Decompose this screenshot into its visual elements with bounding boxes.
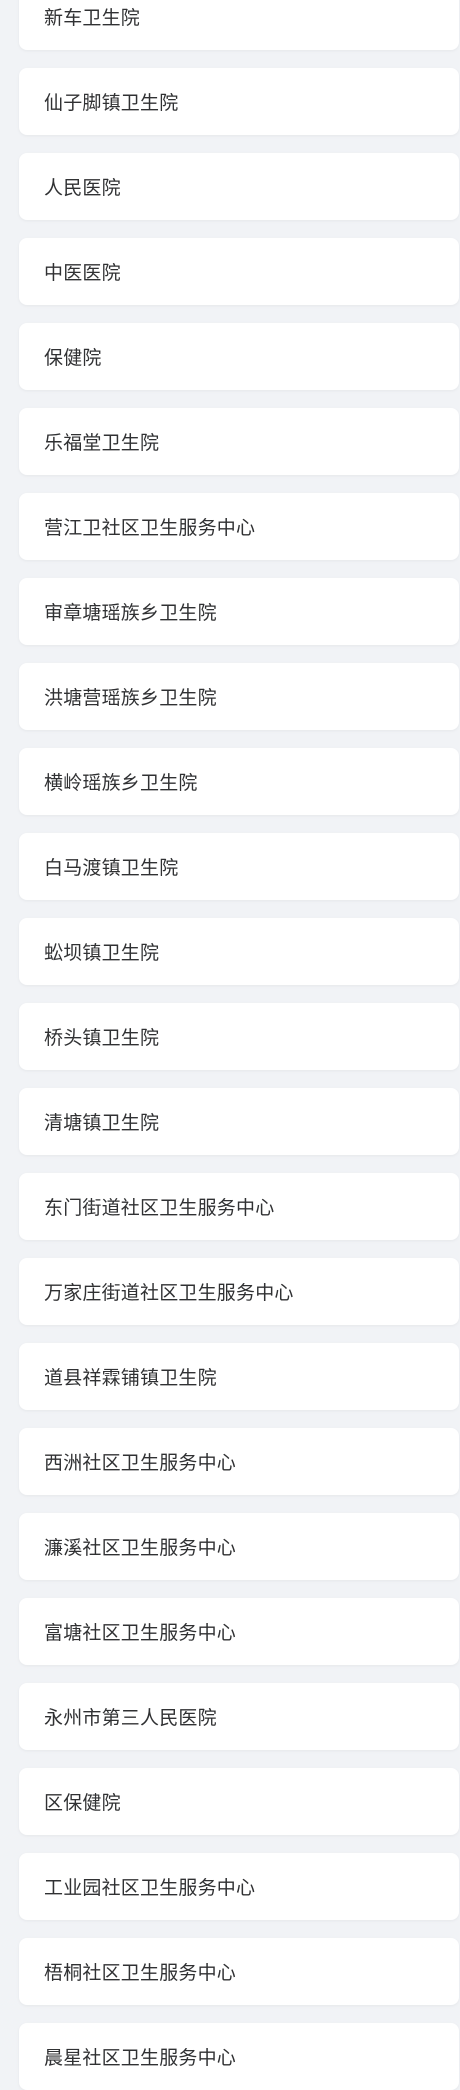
list-item[interactable]: 洪塘营瑶族乡卫生院: [19, 663, 459, 730]
list-item[interactable]: 白马渡镇卫生院: [19, 833, 459, 900]
list-item[interactable]: 营江卫社区卫生服务中心: [19, 493, 459, 560]
list-item[interactable]: 永州市第三人民医院: [19, 1683, 459, 1750]
list-item-label: 富塘社区卫生服务中心: [44, 1622, 237, 1644]
list-item[interactable]: 仙子脚镇卫生院: [19, 68, 459, 135]
list-item[interactable]: 审章塘瑶族乡卫生院: [19, 578, 459, 645]
list-item[interactable]: 中医医院: [19, 238, 459, 305]
list-item-label: 道县祥霖铺镇卫生院: [44, 1367, 217, 1389]
list-item[interactable]: 梧桐社区卫生服务中心: [19, 1938, 459, 2005]
list-item-label: 桥头镇卫生院: [44, 1027, 160, 1049]
list-item[interactable]: 万家庄街道社区卫生服务中心: [19, 1258, 459, 1325]
list-item-label: 审章塘瑶族乡卫生院: [44, 602, 217, 624]
list-item-label: 新车卫生院: [44, 7, 141, 29]
list-item[interactable]: 晨星社区卫生服务中心: [19, 2023, 459, 2090]
list-item-label: 保健院: [44, 347, 102, 369]
list-item[interactable]: 富塘社区卫生服务中心: [19, 1598, 459, 1665]
list-item-label: 梧桐社区卫生服务中心: [44, 1962, 237, 1984]
list-item-label: 清塘镇卫生院: [44, 1112, 160, 1134]
list-item-label: 东门街道社区卫生服务中心: [44, 1197, 275, 1219]
list-item-label: 工业园社区卫生服务中心: [44, 1877, 256, 1899]
list-item[interactable]: 工业园社区卫生服务中心: [19, 1853, 459, 1920]
list-item-label: 人民医院: [44, 177, 121, 199]
list-item-label: 区保健院: [44, 1792, 121, 1814]
list-item[interactable]: 清塘镇卫生院: [19, 1088, 459, 1155]
list-item[interactable]: 桥头镇卫生院: [19, 1003, 459, 1070]
list-item[interactable]: 区保健院: [19, 1768, 459, 1835]
list-item-label: 乐福堂卫生院: [44, 432, 160, 454]
list-item-label: 横岭瑶族乡卫生院: [44, 772, 198, 794]
list-item[interactable]: 新车卫生院: [19, 0, 459, 50]
list-item-label: 营江卫社区卫生服务中心: [44, 517, 256, 539]
list-item[interactable]: 濂溪社区卫生服务中心: [19, 1513, 459, 1580]
list-item[interactable]: 西洲社区卫生服务中心: [19, 1428, 459, 1495]
list-item[interactable]: 东门街道社区卫生服务中心: [19, 1173, 459, 1240]
list-item-label: 万家庄街道社区卫生服务中心: [44, 1282, 294, 1304]
list-item[interactable]: 保健院: [19, 323, 459, 390]
list-item-label: 西洲社区卫生服务中心: [44, 1452, 237, 1474]
list-item-label: 洪塘营瑶族乡卫生院: [44, 687, 217, 709]
list-item[interactable]: 乐福堂卫生院: [19, 408, 459, 475]
list-item-label: 晨星社区卫生服务中心: [44, 2047, 237, 2069]
list-item[interactable]: 道县祥霖铺镇卫生院: [19, 1343, 459, 1410]
list-item-label: 濂溪社区卫生服务中心: [44, 1537, 237, 1559]
hospital-list: 新车卫生院 仙子脚镇卫生院 人民医院 中医医院 保健院 乐福堂卫生院 营江卫社区…: [0, 0, 460, 2090]
list-item-label: 仙子脚镇卫生院: [44, 92, 179, 114]
list-item-label: 蚣坝镇卫生院: [44, 942, 160, 964]
list-item-label: 永州市第三人民医院: [44, 1707, 217, 1729]
list-item-label: 中医医院: [44, 262, 121, 284]
list-item-label: 白马渡镇卫生院: [44, 857, 179, 879]
list-item[interactable]: 蚣坝镇卫生院: [19, 918, 459, 985]
list-item[interactable]: 人民医院: [19, 153, 459, 220]
list-item[interactable]: 横岭瑶族乡卫生院: [19, 748, 459, 815]
